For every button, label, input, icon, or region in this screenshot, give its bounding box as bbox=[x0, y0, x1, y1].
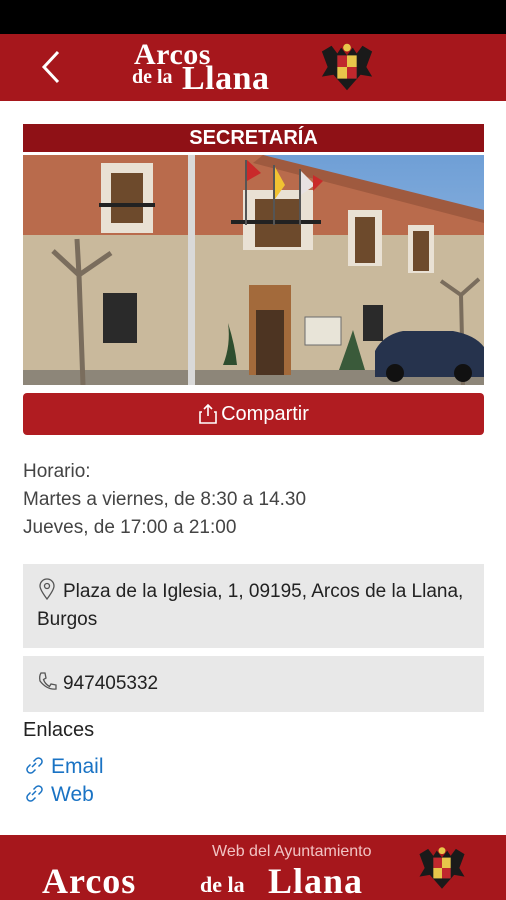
link-icon bbox=[26, 785, 43, 802]
logo-text-llana: Llana bbox=[182, 60, 270, 97]
footer-text-arcos: Arcos bbox=[42, 861, 137, 900]
back-button[interactable] bbox=[30, 44, 74, 90]
footer-tagline: Web del Ayuntamiento bbox=[212, 843, 372, 860]
email-link-label: Email bbox=[51, 755, 104, 778]
coat-of-arms-icon bbox=[321, 43, 373, 91]
map-pin-icon bbox=[39, 578, 55, 600]
link-icon bbox=[26, 757, 43, 774]
phone-number: 947405332 bbox=[63, 673, 159, 694]
web-link[interactable]: Web bbox=[23, 782, 94, 807]
hours-line: Martes a viernes, de 8:30 a 14.30 bbox=[23, 489, 307, 510]
hours-line: Jueves, de 17:00 a 21:00 bbox=[23, 517, 237, 538]
address-box[interactable]: Plaza de la Iglesia, 1, 09195, Arcos de … bbox=[23, 564, 484, 648]
links-heading: Enlaces bbox=[23, 719, 95, 741]
address-text: Plaza de la Iglesia, 1, 09195, Arcos de … bbox=[37, 581, 464, 630]
page-title: SECRETARÍA bbox=[23, 124, 484, 152]
phone-icon bbox=[39, 672, 57, 690]
building-photo bbox=[23, 155, 484, 385]
share-button[interactable]: Compartir bbox=[23, 393, 484, 435]
coat-of-arms-icon bbox=[419, 847, 465, 889]
share-button-label: Compartir bbox=[221, 402, 309, 425]
app-header: Arcos de la Llana bbox=[0, 34, 506, 101]
hours-heading: Horario: bbox=[23, 461, 91, 482]
chevron-left-icon bbox=[41, 50, 60, 84]
share-icon bbox=[199, 403, 217, 424]
web-link-label: Web bbox=[51, 783, 94, 806]
footer-text-de-la: de la bbox=[200, 872, 245, 897]
email-link[interactable]: Email bbox=[23, 754, 104, 779]
status-bar bbox=[0, 0, 506, 34]
footer-text-llana: Llana bbox=[268, 861, 364, 900]
opening-hours: Horario: Martes a viernes, de 8:30 a 14.… bbox=[23, 458, 306, 542]
phone-box[interactable]: 947405332 bbox=[23, 656, 484, 712]
logo-text-de-la: de la bbox=[132, 66, 173, 88]
footer-banner: Web del Ayuntamiento Arcos de la Llana bbox=[0, 835, 506, 900]
